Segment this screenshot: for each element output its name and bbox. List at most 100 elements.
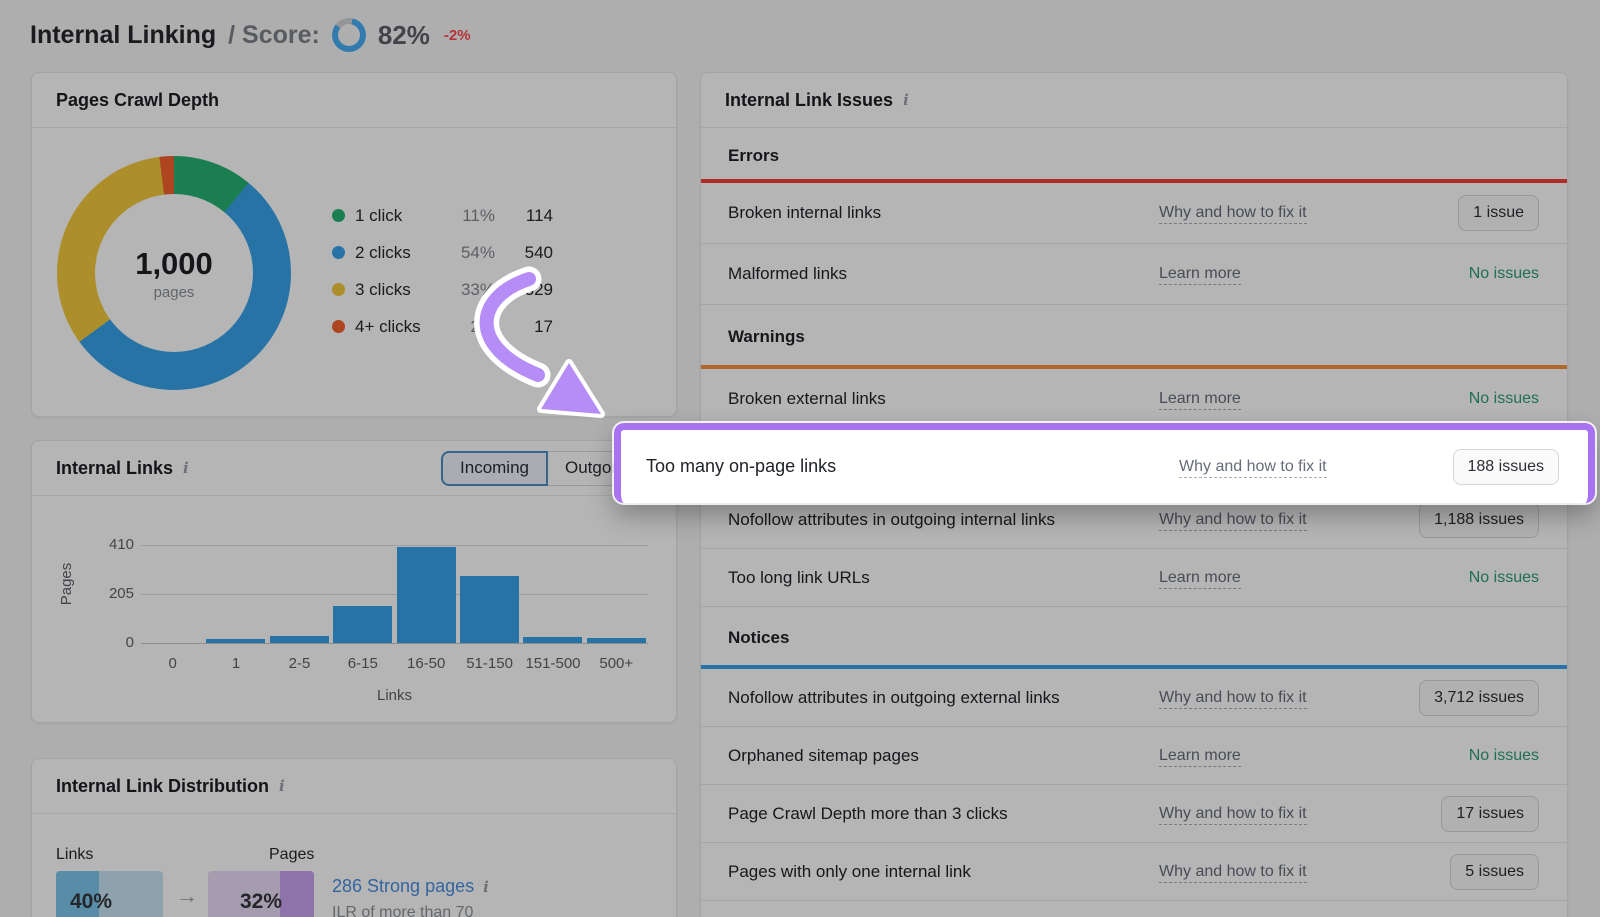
internal-link-issues-card: Internal Link Issues i ErrorsBroken inte… [700,72,1568,917]
bar [587,638,646,643]
bar [397,547,456,643]
issue-count-cell: 17 issues [1379,796,1539,832]
score-value: 82% [378,20,430,51]
section-severity-line [701,179,1567,183]
learn-more-link-text[interactable]: Learn more [1159,569,1241,589]
donut-center: 1,000 pages [95,194,253,352]
pages-percentage: 32% [208,890,314,914]
legend-label: 1 click [355,206,435,226]
issue-row: Broken internal linksWhy and how to fix … [701,183,1567,244]
x-tick-label: 2-5 [262,655,337,672]
issue-row: Malformed linksLearn more No issues [701,244,1567,305]
right-arrow-icon: → [176,883,198,909]
section-header-warnings: Warnings [701,305,1567,369]
issue-name: Too long link URLs [728,568,1159,588]
y-tick-label: 205 [90,585,134,602]
bar [333,606,392,643]
issue-row: Nofollow attributes in outgoing external… [701,669,1567,727]
why-and-how-to-fix-link: Why and how to fix it [1159,511,1379,529]
bar [206,639,265,643]
why-and-how-to-fix-link-text[interactable]: Why and how to fix it [1159,863,1307,883]
info-icon[interactable]: i [181,459,191,477]
x-tick-label: 6-15 [325,655,400,672]
issue-count-button[interactable]: 1,188 issues [1419,502,1539,538]
internal-linking-report-page: Internal Linking / Score: 82% -2% Pages … [0,0,1600,917]
gridline [141,643,648,644]
issue-row: Orphaned sitemap pagesLearn more No issue… [701,727,1567,785]
x-tick-label: 500+ [579,655,654,672]
learn-more-link-text[interactable]: Learn more [1159,747,1241,767]
highlighted-row-slot: Too many on-page linksWhy and how to fix… [701,423,1567,491]
toggle-incoming-button[interactable]: Incoming [441,451,548,486]
info-icon[interactable]: i [481,878,491,896]
section-title: Notices [728,628,789,648]
why-and-how-to-fix-link: Why and how to fix it [1159,805,1379,823]
section-title: Warnings [728,327,805,347]
learn-more-link: Learn more [1159,390,1379,408]
card-title: Internal Link Issues [725,90,893,111]
bar [270,636,329,643]
why-and-how-to-fix-link: Why and how to fix it [1159,204,1379,222]
why-and-how-to-fix-link: Why and how to fix it [1159,689,1379,707]
issue-count-button[interactable]: 5 issues [1450,854,1539,890]
legend-item: 3 clicks33%329 [332,271,598,308]
issue-name: Malformed links [728,264,1159,284]
x-tick-label: 1 [198,655,273,672]
issue-count-cell: 188 issues [1399,449,1559,485]
card-header: Pages Crawl Depth [32,73,676,128]
legend-dot-icon [332,246,345,259]
card-title-group: Internal Links i [56,458,433,479]
legend-value: 540 [495,243,553,263]
why-and-how-to-fix-link: Why and how to fix it [1159,863,1379,881]
why-and-how-to-fix-link-text[interactable]: Why and how to fix it [1159,689,1307,709]
learn-more-link: Learn more [1159,265,1379,283]
issue-count-cell: 1,188 issues [1379,502,1539,538]
internal-link-distribution-card: Internal Link Distribution i Links Pages… [31,758,677,917]
why-and-how-to-fix-link: Why and how to fix it [1179,458,1399,476]
why-and-how-to-fix-link-text[interactable]: Why and how to fix it [1179,458,1327,478]
links-column-label: Links [56,846,93,864]
legend-label: 2 clicks [355,243,435,263]
links-percentage: 40% [70,890,112,914]
x-tick-label: 0 [135,655,210,672]
strong-pages-link[interactable]: 286 Strong pages [332,876,474,897]
why-and-how-to-fix-link-text[interactable]: Why and how to fix it [1159,204,1307,224]
issue-count-cell: No issues [1379,390,1539,408]
legend-percent: 33% [435,280,495,300]
legend-percent: 11% [435,206,495,226]
issue-count-button[interactable]: 1 issue [1458,195,1539,231]
issue-count-cell: No issues [1379,265,1539,283]
legend-item: 2 clicks54%540 [332,234,598,271]
x-tick-label: 151-500 [515,655,590,672]
x-axis-label: Links [141,687,648,704]
issue-count-button[interactable]: 17 issues [1441,796,1539,832]
section-header-notices: Notices [701,607,1567,669]
donut-total-label: pages [154,284,195,301]
crawl-depth-donut-chart: 1,000 pages [57,156,291,390]
learn-more-link: Learn more [1159,569,1379,587]
issue-count-button[interactable]: 188 issues [1453,449,1560,485]
info-icon[interactable]: i [901,91,911,109]
issue-count-button[interactable]: 3,712 issues [1419,680,1539,716]
issue-name: Page Crawl Depth more than 3 clicks [728,804,1159,824]
issue-name: Too many on-page links [646,456,1179,477]
why-and-how-to-fix-link-text[interactable]: Why and how to fix it [1159,805,1307,825]
info-icon[interactable]: i [277,777,287,795]
page-title: Internal Linking [30,21,216,50]
learn-more-link-text[interactable]: Learn more [1159,390,1241,410]
bar [460,576,519,643]
no-issues-label: No issues [1469,390,1539,408]
legend-item: 4+ clicks2%17 [332,308,598,345]
issue-row-highlighted[interactable]: Too many on-page linksWhy and how to fix… [614,423,1595,503]
legend-item: 1 click11%114 [332,197,598,234]
issue-name: Orphaned sitemap pages [728,746,1159,766]
no-issues-label: No issues [1469,747,1539,765]
why-and-how-to-fix-link-text[interactable]: Why and how to fix it [1159,511,1307,531]
x-tick-label: 16-50 [389,655,464,672]
pages-crawl-depth-card: Pages Crawl Depth 1,000 pages 1 click11%… [31,72,677,417]
issue-name: Pages with only one internal link [728,862,1159,882]
learn-more-link-text[interactable]: Learn more [1159,265,1241,285]
learn-more-link: Learn more [1159,747,1379,765]
issue-row: Pages with only one internal linkWhy and… [701,843,1567,901]
issue-name: Nofollow attributes in outgoing external… [728,688,1159,708]
